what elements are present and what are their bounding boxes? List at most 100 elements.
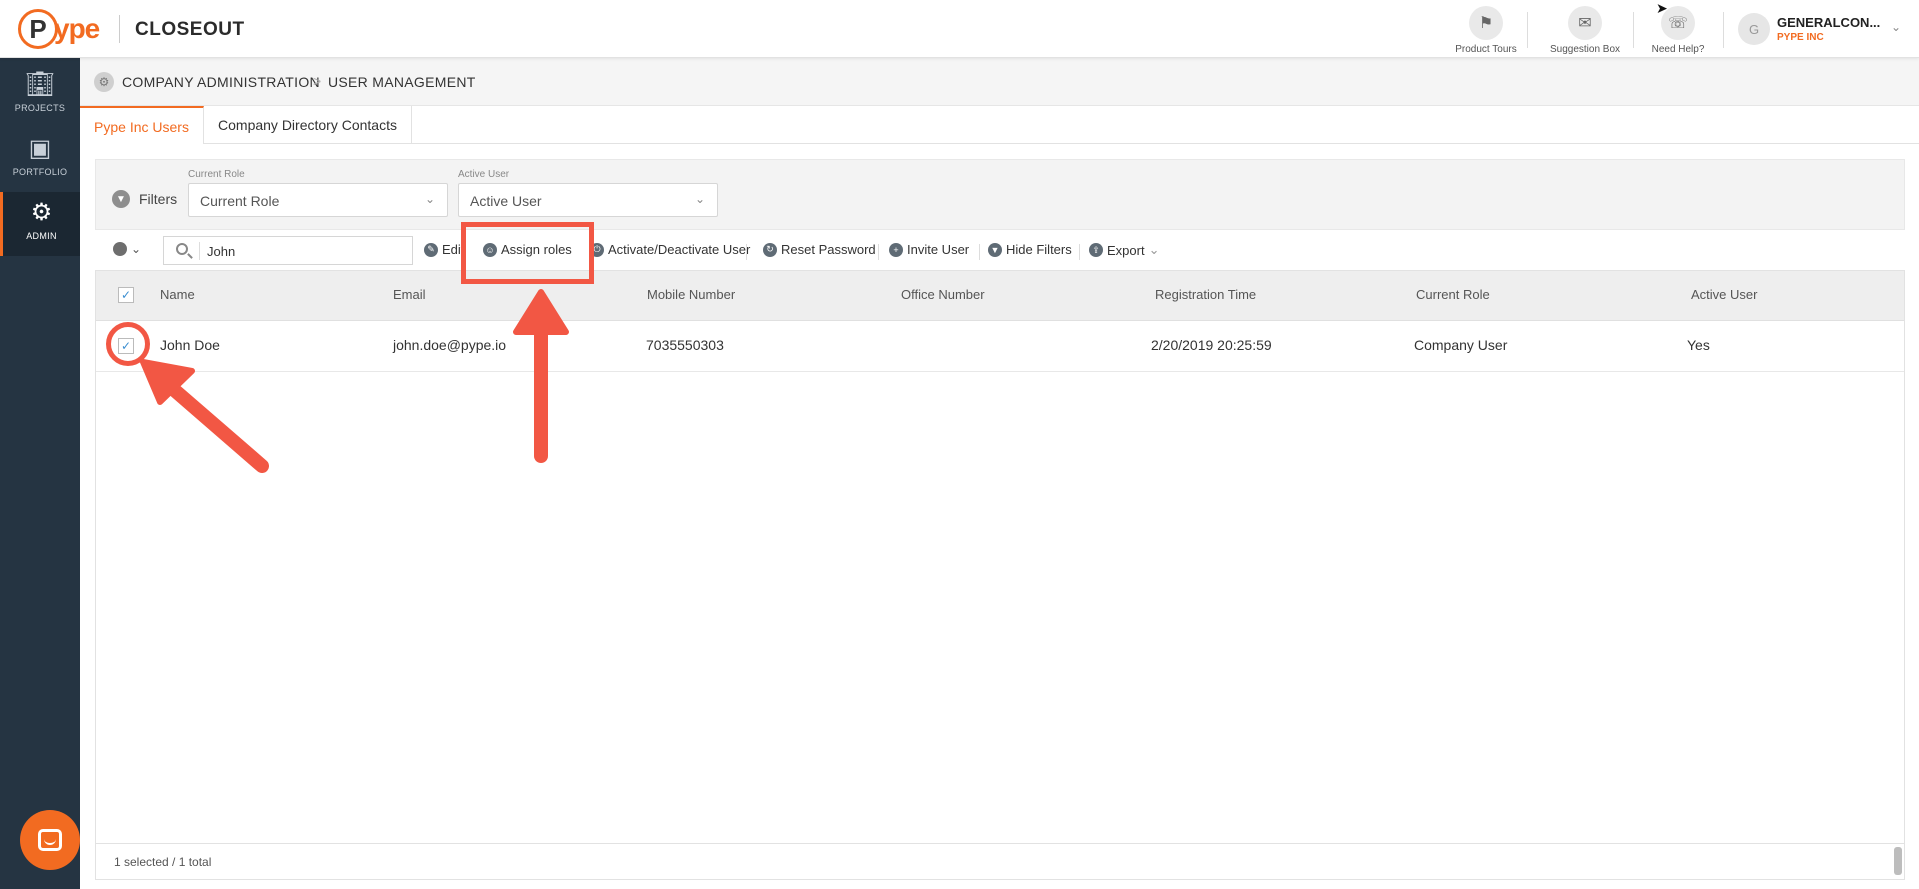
logo-text: ype (54, 13, 100, 44)
reset-password-label: Reset Password (781, 242, 876, 257)
current-role-value: Current Role (200, 193, 280, 209)
briefcase-icon: ▣ (28, 135, 52, 162)
cell-email: john.doe@pype.io (393, 337, 507, 353)
hide-filters-button[interactable]: ▼ Hide Filters (988, 242, 1072, 257)
filter-icon: ▼ (988, 242, 1002, 257)
tab-bar: Pype Inc Users Company Directory Contact… (80, 106, 1919, 144)
breadcrumb-separator: > (313, 73, 322, 89)
building-icon: 🏢︎ (24, 71, 56, 98)
sidebar-item-portfolio[interactable]: ▣ PORTFOLIO (0, 128, 80, 192)
column-header-role[interactable]: Current Role (1416, 287, 1490, 302)
breadcrumb-user-management: USER MANAGEMENT (328, 74, 476, 90)
current-role-label: Current Role (188, 169, 245, 180)
search-input[interactable] (207, 244, 397, 259)
pype-logo[interactable]: P ype (18, 9, 100, 49)
company-admin-icon: ⚙ (94, 72, 114, 92)
sidebar-item-label: PORTFOLIO (12, 167, 68, 177)
gear-icon: ⚙ (30, 199, 53, 226)
tab-company-directory-contacts[interactable]: Company Directory Contacts (204, 106, 412, 144)
suggestion-box-label: Suggestion Box (1549, 44, 1621, 55)
checkbox-highlight-circle (106, 322, 150, 366)
chevron-down-icon: ⌄ (1148, 242, 1160, 257)
avatar[interactable]: G (1738, 13, 1770, 45)
search-box[interactable] (163, 236, 413, 265)
need-help-label: Need Help? (1651, 44, 1705, 55)
chat-support-button[interactable] (20, 810, 80, 870)
toolbar-divider (878, 244, 879, 260)
breadcrumb-company-administration[interactable]: COMPANY ADMINISTRATION (122, 74, 320, 90)
header-divider (1527, 12, 1528, 48)
tab-pype-inc-users[interactable]: Pype Inc Users (80, 106, 204, 144)
user-name[interactable]: GENERALCON... (1777, 15, 1880, 30)
users-table: ✓ Name Email Mobile Number Office Number… (95, 270, 1905, 880)
signpost-icon: ⚑ (1469, 6, 1503, 40)
column-header-active[interactable]: Active User (1691, 287, 1757, 302)
filter-icon: ▼ (112, 190, 130, 208)
person-add-icon: + (889, 242, 903, 257)
cell-mobile: 7035550303 (646, 337, 724, 353)
chevron-down-icon: ⌄ (131, 242, 142, 256)
chevron-down-icon[interactable]: ⌄ (1891, 20, 1901, 34)
column-header-name[interactable]: Name (160, 287, 195, 302)
cell-role: Company User (1414, 337, 1508, 353)
lock-reset-icon: ↻ (763, 242, 777, 257)
toolbar-divider (979, 244, 980, 260)
export-label: Export (1107, 242, 1145, 258)
table-toolbar: ⌄ ✎Edit ☺Assign roles ⏻Activate/Deactiva… (95, 234, 1905, 266)
breadcrumb: ⚙ COMPANY ADMINISTRATION > USER MANAGEME… (80, 58, 1919, 106)
logo-letter: P (29, 13, 47, 44)
column-header-email[interactable]: Email (393, 287, 426, 302)
product-tours-label: Product Tours (1455, 44, 1517, 55)
cell-active: Yes (1687, 337, 1710, 353)
cell-name: John Doe (160, 337, 220, 353)
sidebar-item-admin[interactable]: ⚙ ADMIN (0, 192, 80, 256)
sidebar-item-projects[interactable]: 🏢︎ PROJECTS (0, 64, 80, 128)
activate-deactivate-label: Activate/Deactivate User (608, 242, 751, 257)
product-tours-button[interactable]: ⚑ Product Tours (1446, 6, 1526, 55)
active-user-value: Active User (470, 193, 542, 209)
column-header-office[interactable]: Office Number (901, 287, 985, 302)
reset-password-button[interactable]: ↻ Reset Password (763, 242, 876, 257)
sidebar: 🏢︎ PROJECTS ▣ PORTFOLIO ⚙ ADMIN (0, 58, 80, 889)
toolbar-divider (1079, 244, 1080, 260)
invite-user-label: Invite User (907, 242, 970, 257)
sidebar-item-label: PROJECTS (14, 103, 66, 113)
columns-icon (113, 242, 127, 256)
column-header-mobile[interactable]: Mobile Number (647, 287, 735, 302)
selection-count: 1 selected / 1 total (114, 855, 212, 869)
pencil-icon: ✎ (424, 242, 438, 257)
table-row[interactable]: ✓ John Doe john.doe@pype.io 7035550303 2… (96, 321, 1904, 372)
header-divider (1723, 12, 1724, 48)
logo-divider (119, 15, 120, 43)
table-header: ✓ Name Email Mobile Number Office Number… (96, 271, 1904, 321)
search-icon (176, 243, 188, 255)
filters-panel: ▼ Filters Current Role Current Role ⌄ Ac… (95, 159, 1905, 230)
filters-label: Filters (139, 191, 178, 207)
sidebar-item-label: ADMIN (26, 231, 57, 241)
cell-registration: 2/20/2019 20:25:59 (1151, 337, 1272, 353)
assign-roles-highlight-box (461, 222, 594, 284)
export-icon: ⇪ (1089, 243, 1103, 257)
active-user-select[interactable]: Active User ⌄ (458, 183, 718, 217)
need-help-button[interactable]: ☏ Need Help? (1638, 6, 1718, 55)
logo-circle: P (18, 9, 58, 49)
top-header: P ype CLOSEOUT ⚑ Product Tours ✉ Suggest… (0, 0, 1919, 58)
select-all-checkbox[interactable]: ✓ (118, 287, 134, 303)
suggestion-box-button[interactable]: ✉ Suggestion Box (1545, 6, 1625, 55)
app-title: CLOSEOUT (135, 19, 245, 40)
edit-button[interactable]: ✎ Edit (424, 242, 464, 257)
column-header-registration[interactable]: Registration Time (1155, 287, 1256, 302)
hide-filters-label: Hide Filters (1006, 242, 1072, 257)
column-chooser-button[interactable]: ⌄ (113, 242, 141, 256)
chevron-down-icon: ⌄ (694, 192, 705, 206)
search-divider (199, 242, 200, 260)
invite-user-button[interactable]: + Invite User (889, 242, 969, 257)
scrollbar[interactable] (1894, 847, 1902, 875)
chevron-down-icon: ⌄ (424, 192, 435, 206)
current-role-select[interactable]: Current Role ⌄ (188, 183, 448, 217)
user-company: PYPE INC (1777, 32, 1824, 43)
active-user-label: Active User (458, 169, 510, 180)
table-footer: 1 selected / 1 total (96, 843, 1904, 879)
export-button[interactable]: ⇪ Export ⌄ (1089, 242, 1159, 258)
activate-deactivate-button[interactable]: ⏻ Activate/Deactivate User (590, 242, 750, 257)
